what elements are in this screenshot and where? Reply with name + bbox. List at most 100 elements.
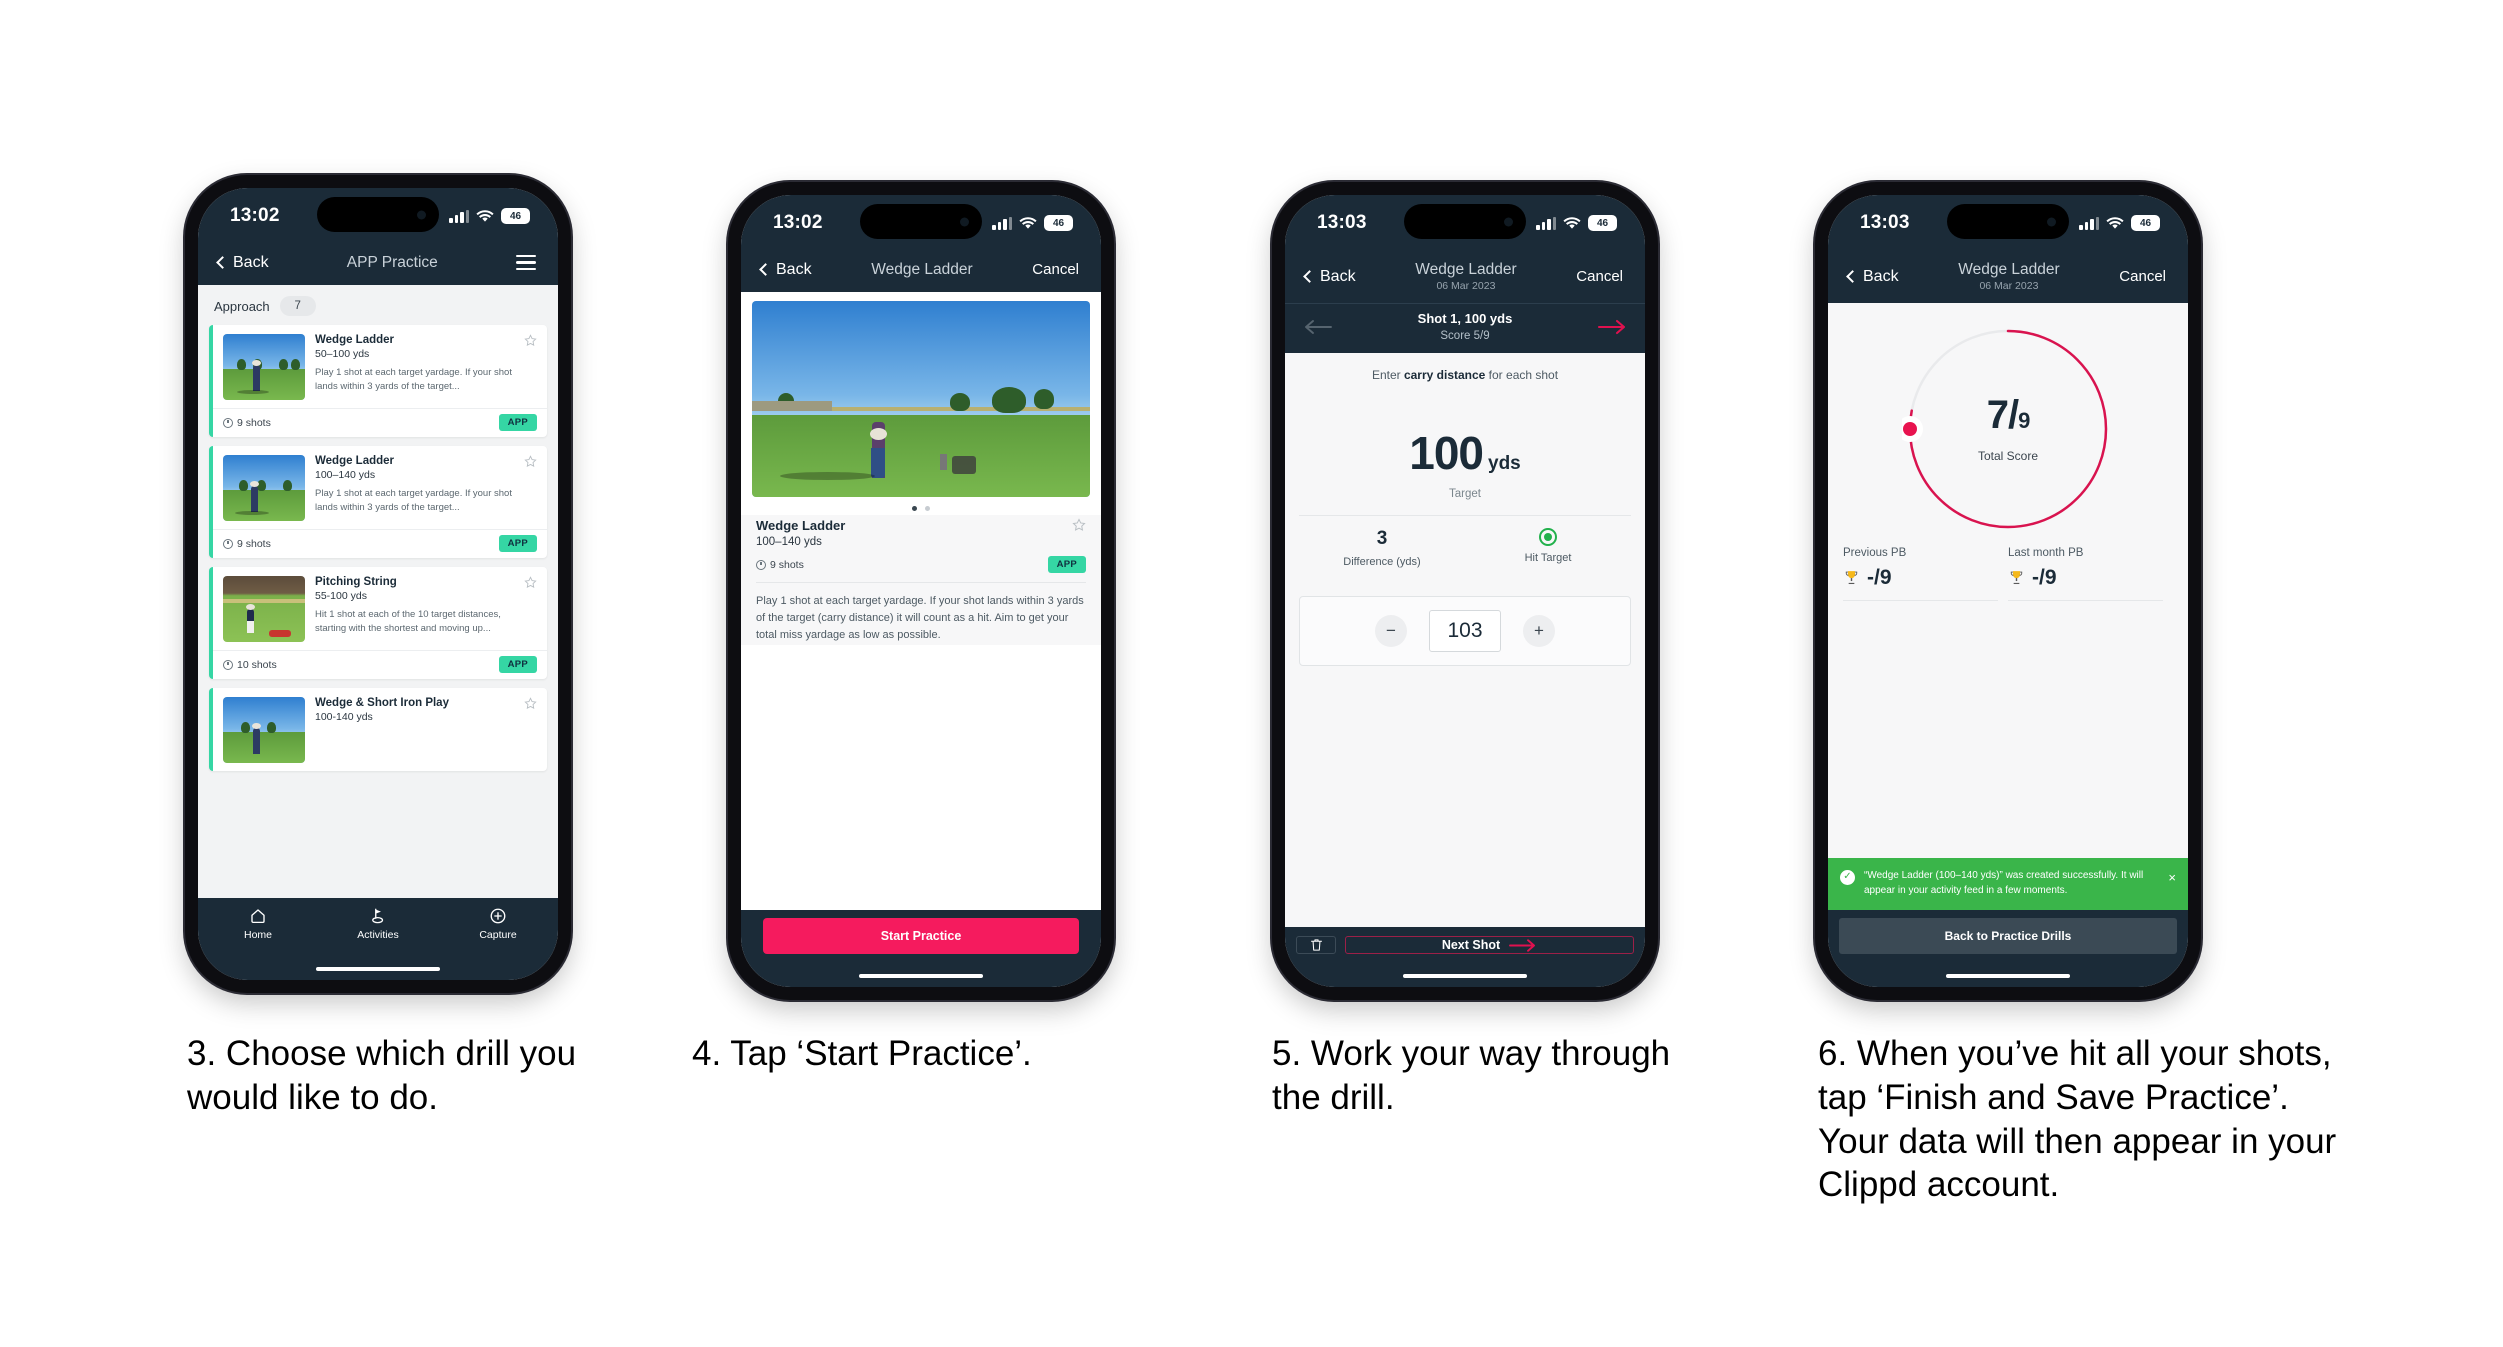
back-button[interactable]: Back <box>216 254 269 272</box>
carry-distance-stepper: − 103 + <box>1299 595 1631 666</box>
shot-count: 9 shots <box>756 559 804 571</box>
stat-difference: 3 Difference (yds) <box>1299 528 1465 568</box>
caption-step-4: 4. Tap ‘Start Practice’. <box>692 1034 1032 1073</box>
next-shot-button[interactable]: Next Shot <box>1345 936 1634 954</box>
favorite-star-icon[interactable] <box>524 455 537 468</box>
list-item[interactable]: Wedge Ladder 50–100 yds Play 1 shot at e… <box>209 325 547 438</box>
status-bar: 13:02 46 <box>741 195 1101 251</box>
favorite-star-icon[interactable] <box>524 334 537 347</box>
drill-description: Play 1 shot at each target yardage. If y… <box>315 367 512 393</box>
back-label: Back <box>1320 267 1356 285</box>
previous-shot-button[interactable] <box>1303 319 1333 335</box>
cellular-signal-icon <box>992 216 1012 230</box>
screen-results: 13:03 46 Back Wedge Ladder 06 Mar 2023 C… <box>1828 195 2188 987</box>
shot-count-label: 9 shots <box>237 537 271 550</box>
cancel-button[interactable]: Cancel <box>1032 261 1079 278</box>
drill-title: Wedge Ladder <box>315 455 395 468</box>
target-value: 100 <box>1409 426 1484 479</box>
battery-indicator: 46 <box>2131 215 2160 231</box>
list-item[interactable]: Pitching String 55-100 yds Hit 1 shot at… <box>209 567 547 680</box>
tab-capture[interactable]: Capture <box>438 907 558 941</box>
drill-yardage: 50–100 yds <box>315 348 370 361</box>
cellular-signal-icon <box>1536 216 1556 230</box>
close-icon[interactable]: × <box>2168 869 2176 898</box>
shot-count: 10 shots <box>223 659 277 671</box>
card-info: Wedge Ladder 100–140 yds Play 1 shot at … <box>315 455 537 521</box>
drill-yardage: 100–140 yds <box>315 469 376 482</box>
drill-description: Play 1 shot at each target yardage. If y… <box>756 582 1086 644</box>
delete-shot-button[interactable] <box>1296 936 1336 954</box>
list-item[interactable]: Wedge Ladder 100–140 yds Play 1 shot at … <box>209 446 547 559</box>
nav-bar: Back Wedge Ladder 06 Mar 2023 Cancel <box>1285 251 1645 303</box>
back-button[interactable]: Back <box>759 261 812 279</box>
difference-value: 3 <box>1376 527 1388 549</box>
drill-title: Wedge & Short Iron Play <box>315 697 449 710</box>
card-footer: 9 shots APP <box>213 529 547 558</box>
next-shot-arrow-button[interactable] <box>1597 319 1627 335</box>
tab-activities[interactable]: Activities <box>318 907 438 941</box>
list-item[interactable]: Wedge & Short Iron Play 100-140 yds <box>209 688 547 772</box>
start-practice-button[interactable]: Start Practice <box>763 918 1079 954</box>
personal-bests: Previous PB -/9 Last month PB -/9 <box>1828 541 2188 601</box>
card-info: Wedge & Short Iron Play 100-140 yds <box>315 697 537 763</box>
detail-footer: Start Practice <box>741 910 1101 970</box>
caption-step-5: 5. Work your way through the drill. <box>1272 1034 1671 1117</box>
dynamic-island <box>1404 204 1526 239</box>
total-score-value: 7/9 <box>1986 392 2031 437</box>
tab-home[interactable]: Home <box>198 907 318 941</box>
drill-thumbnail <box>223 697 305 764</box>
status-time: 13:03 <box>1317 212 1367 233</box>
back-button[interactable]: Back <box>1846 268 1899 286</box>
home-indicator-area <box>741 970 1101 987</box>
drill-description: Play 1 shot at each target yardage. If y… <box>315 488 512 514</box>
caption-step-3: 3. Choose which drill you would like to … <box>187 1034 577 1117</box>
page-subtitle: 06 Mar 2023 <box>1979 280 2039 293</box>
wifi-icon <box>1563 216 1581 230</box>
back-to-practice-drills-button[interactable]: Back to Practice Drills <box>1839 918 2177 954</box>
drill-yardage: 100–140 yds <box>756 536 822 549</box>
carry-distance-input[interactable]: 103 <box>1429 609 1501 652</box>
wifi-icon <box>1019 216 1037 230</box>
score-numerator: 7 <box>1986 392 2009 437</box>
nav-bar: Back Wedge Ladder Cancel <box>741 251 1101 293</box>
carousel-dots[interactable] <box>741 497 1101 515</box>
clock-icon <box>223 538 233 549</box>
decrement-button[interactable]: − <box>1375 614 1407 647</box>
chevron-left-icon <box>216 256 229 270</box>
status-bar: 13:03 46 <box>1285 195 1645 251</box>
favorite-star-icon[interactable] <box>524 697 537 710</box>
status-icons: 46 <box>1536 215 1617 231</box>
cancel-button[interactable]: Cancel <box>2119 268 2166 285</box>
menu-icon[interactable] <box>516 255 536 271</box>
shot-count-label: 9 shots <box>770 558 804 571</box>
status-icons: 46 <box>449 208 530 224</box>
favorite-star-icon[interactable] <box>524 576 537 589</box>
shot-label: Shot 1, 100 yds <box>1417 310 1513 326</box>
last-month-pb-value: -/9 <box>2032 565 2057 589</box>
card-top: Wedge & Short Iron Play 100-140 yds <box>213 688 547 771</box>
back-button[interactable]: Back <box>1303 267 1356 286</box>
chevron-left-icon <box>1303 270 1316 284</box>
dynamic-island <box>317 197 439 232</box>
favorite-star-icon[interactable] <box>1072 518 1086 532</box>
detail-body: Wedge Ladder 100–140 yds 9 shots APP Pla… <box>741 292 1101 910</box>
plus-circle-icon <box>490 908 506 924</box>
score-label: Score 5/9 <box>1440 329 1490 342</box>
shot-count: 9 shots <box>223 417 271 429</box>
dynamic-island <box>860 204 982 239</box>
drill-hero-image <box>752 301 1090 498</box>
total-score-label: Total Score <box>1977 448 2039 463</box>
score-ring: 7/9 Total Score <box>1902 323 2114 535</box>
results-footer: Back to Practice Drills <box>1828 910 2188 970</box>
increment-button[interactable]: + <box>1523 614 1555 647</box>
tab-bar: Home Activities Capture <box>198 898 558 957</box>
golf-flag-icon <box>372 908 384 924</box>
trophy-icon <box>1845 571 1858 585</box>
cellular-signal-icon <box>449 209 469 223</box>
page-title: Wedge Ladder <box>871 261 973 278</box>
trophy-icon <box>2010 571 2023 585</box>
check-icon: ✓ <box>1840 870 1855 885</box>
cancel-button[interactable]: Cancel <box>1576 268 1623 285</box>
hint-suffix: for each shot <box>1485 367 1559 382</box>
drill-title-text: Wedge Ladder <box>756 518 846 534</box>
